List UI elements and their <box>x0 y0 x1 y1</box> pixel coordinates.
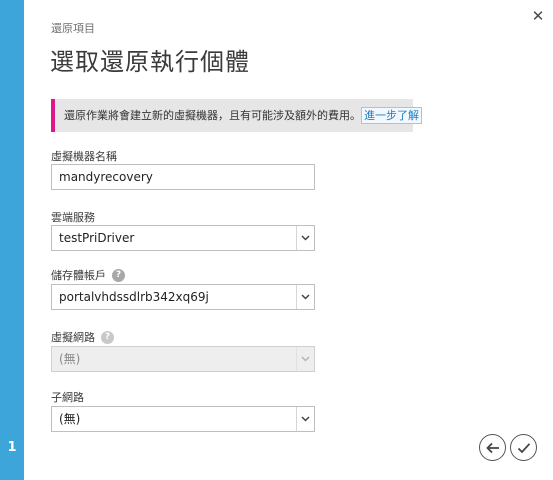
virtual-network-value: (無) <box>59 352 81 366</box>
subnet-label: 子網路 <box>51 389 84 405</box>
chevron-down-icon[interactable] <box>296 407 314 431</box>
vm-name-label-text: 虛擬機器名稱 <box>51 150 117 163</box>
cloud-service-value: testPriDriver <box>59 231 135 245</box>
subnet-value: (無) <box>59 412 81 426</box>
storage-account-value: portalvhdssdlrb342xq69j <box>59 290 209 304</box>
cloud-service-label-text: 雲端服務 <box>51 211 95 224</box>
virtual-network-select: (無) <box>51 346 315 372</box>
page-title: 選取還原執行個體 <box>50 48 250 76</box>
vm-name-input[interactable]: mandyrecovery <box>51 164 315 190</box>
help-icon[interactable]: ? <box>112 268 125 282</box>
subnet-select[interactable]: (無) <box>51 406 315 432</box>
breadcrumb: 還原項目 <box>51 22 95 35</box>
wizard-step-rail: 1 <box>0 0 24 480</box>
storage-account-label-text: 儲存體帳戶 <box>51 269 106 282</box>
chevron-down-icon <box>296 347 314 371</box>
back-button[interactable] <box>479 434 506 461</box>
chevron-down-icon[interactable] <box>296 285 314 309</box>
close-icon[interactable]: ✕ <box>532 7 545 25</box>
step-number: 1 <box>7 440 17 455</box>
vm-name-label: 虛擬機器名稱 <box>51 148 117 164</box>
cost-notice-banner: 還原作業將會建立新的虛擬機器，且有可能涉及額外的費用。 進一步了解 <box>51 99 422 132</box>
cloud-service-label: 雲端服務 <box>51 209 95 225</box>
cloud-service-select[interactable]: testPriDriver <box>51 225 315 251</box>
virtual-network-label: 虛擬網路 ? <box>51 329 114 345</box>
notice-text: 還原作業將會建立新的虛擬機器，且有可能涉及額外的費用。 <box>64 109 361 122</box>
learn-more-link[interactable]: 進一步了解 <box>361 107 422 124</box>
subnet-label-text: 子網路 <box>51 391 84 404</box>
confirm-button[interactable] <box>510 434 537 461</box>
checkmark-icon[interactable] <box>517 442 531 454</box>
close-button[interactable]: ✕ <box>529 7 547 25</box>
arrow-left-icon[interactable] <box>485 442 500 454</box>
storage-account-select[interactable]: portalvhdssdlrb342xq69j <box>51 284 315 310</box>
help-icon[interactable]: ? <box>101 330 114 344</box>
chevron-down-icon[interactable] <box>296 226 314 250</box>
storage-account-label: 儲存體帳戶 ? <box>51 267 125 283</box>
virtual-network-label-text: 虛擬網路 <box>51 331 95 344</box>
